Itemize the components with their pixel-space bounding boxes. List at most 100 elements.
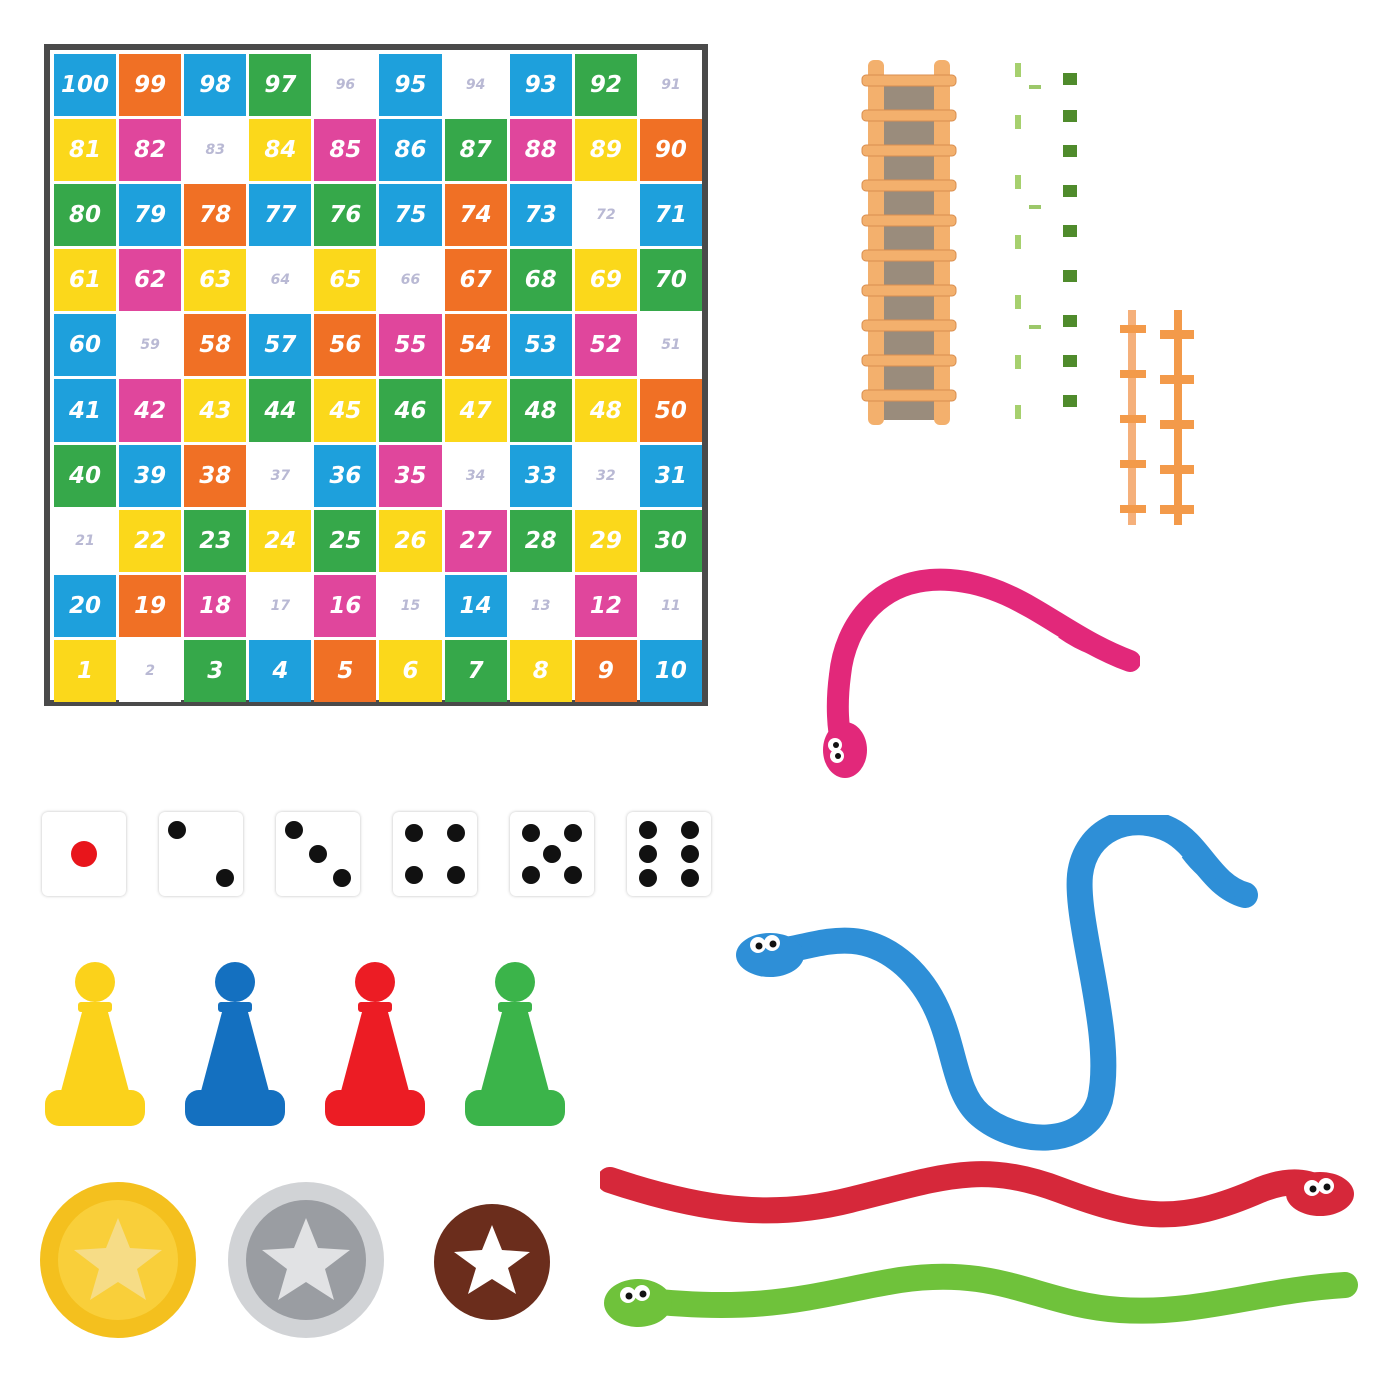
board-cell[interactable]: 78: [184, 184, 247, 247]
board-cell[interactable]: 37: [249, 444, 312, 507]
board-cell[interactable]: 53: [509, 314, 572, 377]
board-cell[interactable]: 94: [444, 54, 507, 117]
board-cell[interactable]: 90: [639, 119, 702, 182]
board-cell[interactable]: 86: [379, 119, 442, 182]
board-cell[interactable]: 95: [379, 54, 442, 117]
board-cell[interactable]: 74: [444, 184, 507, 247]
board-cell[interactable]: 64: [249, 249, 312, 312]
board-cell[interactable]: 39: [119, 444, 182, 507]
board-cell[interactable]: 1: [54, 639, 117, 702]
die-face-3[interactable]: [276, 812, 360, 896]
board-cell[interactable]: 59: [119, 314, 182, 377]
board-cell[interactable]: 8: [509, 639, 572, 702]
board-cell[interactable]: 100: [54, 54, 117, 117]
board-cell[interactable]: 9: [574, 639, 637, 702]
board-cell[interactable]: 41: [54, 379, 117, 442]
board-cell[interactable]: 81: [54, 119, 117, 182]
board-cell[interactable]: 21: [54, 509, 117, 572]
board-cell[interactable]: 12: [574, 574, 637, 637]
board-cell[interactable]: 65: [314, 249, 377, 312]
board-cell[interactable]: 30: [639, 509, 702, 572]
board-cell[interactable]: 35: [379, 444, 442, 507]
board-cell[interactable]: 84: [249, 119, 312, 182]
board-cell[interactable]: 22: [119, 509, 182, 572]
board-cell[interactable]: 6: [379, 639, 442, 702]
board-cell[interactable]: 27: [444, 509, 507, 572]
board-cell[interactable]: 68: [509, 249, 572, 312]
board-cell[interactable]: 71: [639, 184, 702, 247]
board-cell[interactable]: 88: [509, 119, 572, 182]
yellow-pawn[interactable]: [45, 962, 145, 1126]
board-cell[interactable]: 25: [314, 509, 377, 572]
board-cell[interactable]: 66: [379, 249, 442, 312]
board-cell[interactable]: 72: [574, 184, 637, 247]
board-cell[interactable]: 14: [444, 574, 507, 637]
board-cell[interactable]: 23: [184, 509, 247, 572]
board-cell[interactable]: 61: [54, 249, 117, 312]
die-face-6[interactable]: [627, 812, 711, 896]
board-cell[interactable]: 70: [639, 249, 702, 312]
board-cell[interactable]: 2: [119, 639, 182, 702]
board-cell[interactable]: 38: [184, 444, 247, 507]
board-cell[interactable]: 60: [54, 314, 117, 377]
board-cell[interactable]: 73: [509, 184, 572, 247]
board-cell[interactable]: 29: [574, 509, 637, 572]
board-cell[interactable]: 31: [639, 444, 702, 507]
board-cell[interactable]: 48: [574, 379, 637, 442]
board-cell[interactable]: 75: [379, 184, 442, 247]
board-cell[interactable]: 67: [444, 249, 507, 312]
board-cell[interactable]: 46: [379, 379, 442, 442]
board-cell[interactable]: 7: [444, 639, 507, 702]
board-cell[interactable]: 15: [379, 574, 442, 637]
board-cell[interactable]: 77: [249, 184, 312, 247]
board-cell[interactable]: 93: [509, 54, 572, 117]
board-cell[interactable]: 87: [444, 119, 507, 182]
board-cell[interactable]: 96: [314, 54, 377, 117]
board-cell[interactable]: 3: [184, 639, 247, 702]
gold-coin[interactable]: [40, 1182, 196, 1338]
board-cell[interactable]: 76: [314, 184, 377, 247]
board-cell[interactable]: 69: [574, 249, 637, 312]
board-cell[interactable]: 56: [314, 314, 377, 377]
board-cell[interactable]: 52: [574, 314, 637, 377]
die-face-1[interactable]: [42, 812, 126, 896]
board-cell[interactable]: 55: [379, 314, 442, 377]
board-cell[interactable]: 40: [54, 444, 117, 507]
board-cell[interactable]: 16: [314, 574, 377, 637]
board-cell[interactable]: 58: [184, 314, 247, 377]
board-cell[interactable]: 98: [184, 54, 247, 117]
board-cell[interactable]: 17: [249, 574, 312, 637]
board-cell[interactable]: 33: [509, 444, 572, 507]
board-cell[interactable]: 44: [249, 379, 312, 442]
board-cell[interactable]: 50: [639, 379, 702, 442]
board-cell[interactable]: 63: [184, 249, 247, 312]
board-cell[interactable]: 47: [444, 379, 507, 442]
board-cell[interactable]: 36: [314, 444, 377, 507]
die-face-2[interactable]: [159, 812, 243, 896]
board-cell[interactable]: 91: [639, 54, 702, 117]
board-cell[interactable]: 32: [574, 444, 637, 507]
board-cell[interactable]: 45: [314, 379, 377, 442]
board-cell[interactable]: 42: [119, 379, 182, 442]
board-cell[interactable]: 11: [639, 574, 702, 637]
board-cell[interactable]: 48: [509, 379, 572, 442]
bronze-coin[interactable]: [434, 1204, 550, 1320]
board-cell[interactable]: 82: [119, 119, 182, 182]
board-cell[interactable]: 51: [639, 314, 702, 377]
board-cell[interactable]: 80: [54, 184, 117, 247]
board-cell[interactable]: 99: [119, 54, 182, 117]
board-cell[interactable]: 97: [249, 54, 312, 117]
board-cell[interactable]: 92: [574, 54, 637, 117]
board-cell[interactable]: 62: [119, 249, 182, 312]
board-cell[interactable]: 34: [444, 444, 507, 507]
board-cell[interactable]: 5: [314, 639, 377, 702]
board-cell[interactable]: 4: [249, 639, 312, 702]
board-cell[interactable]: 43: [184, 379, 247, 442]
board-cell[interactable]: 13: [509, 574, 572, 637]
silver-coin[interactable]: [228, 1182, 384, 1338]
board-cell[interactable]: 54: [444, 314, 507, 377]
red-pawn[interactable]: [325, 962, 425, 1126]
blue-pawn[interactable]: [185, 962, 285, 1126]
board-cell[interactable]: 83: [184, 119, 247, 182]
board-cell[interactable]: 79: [119, 184, 182, 247]
